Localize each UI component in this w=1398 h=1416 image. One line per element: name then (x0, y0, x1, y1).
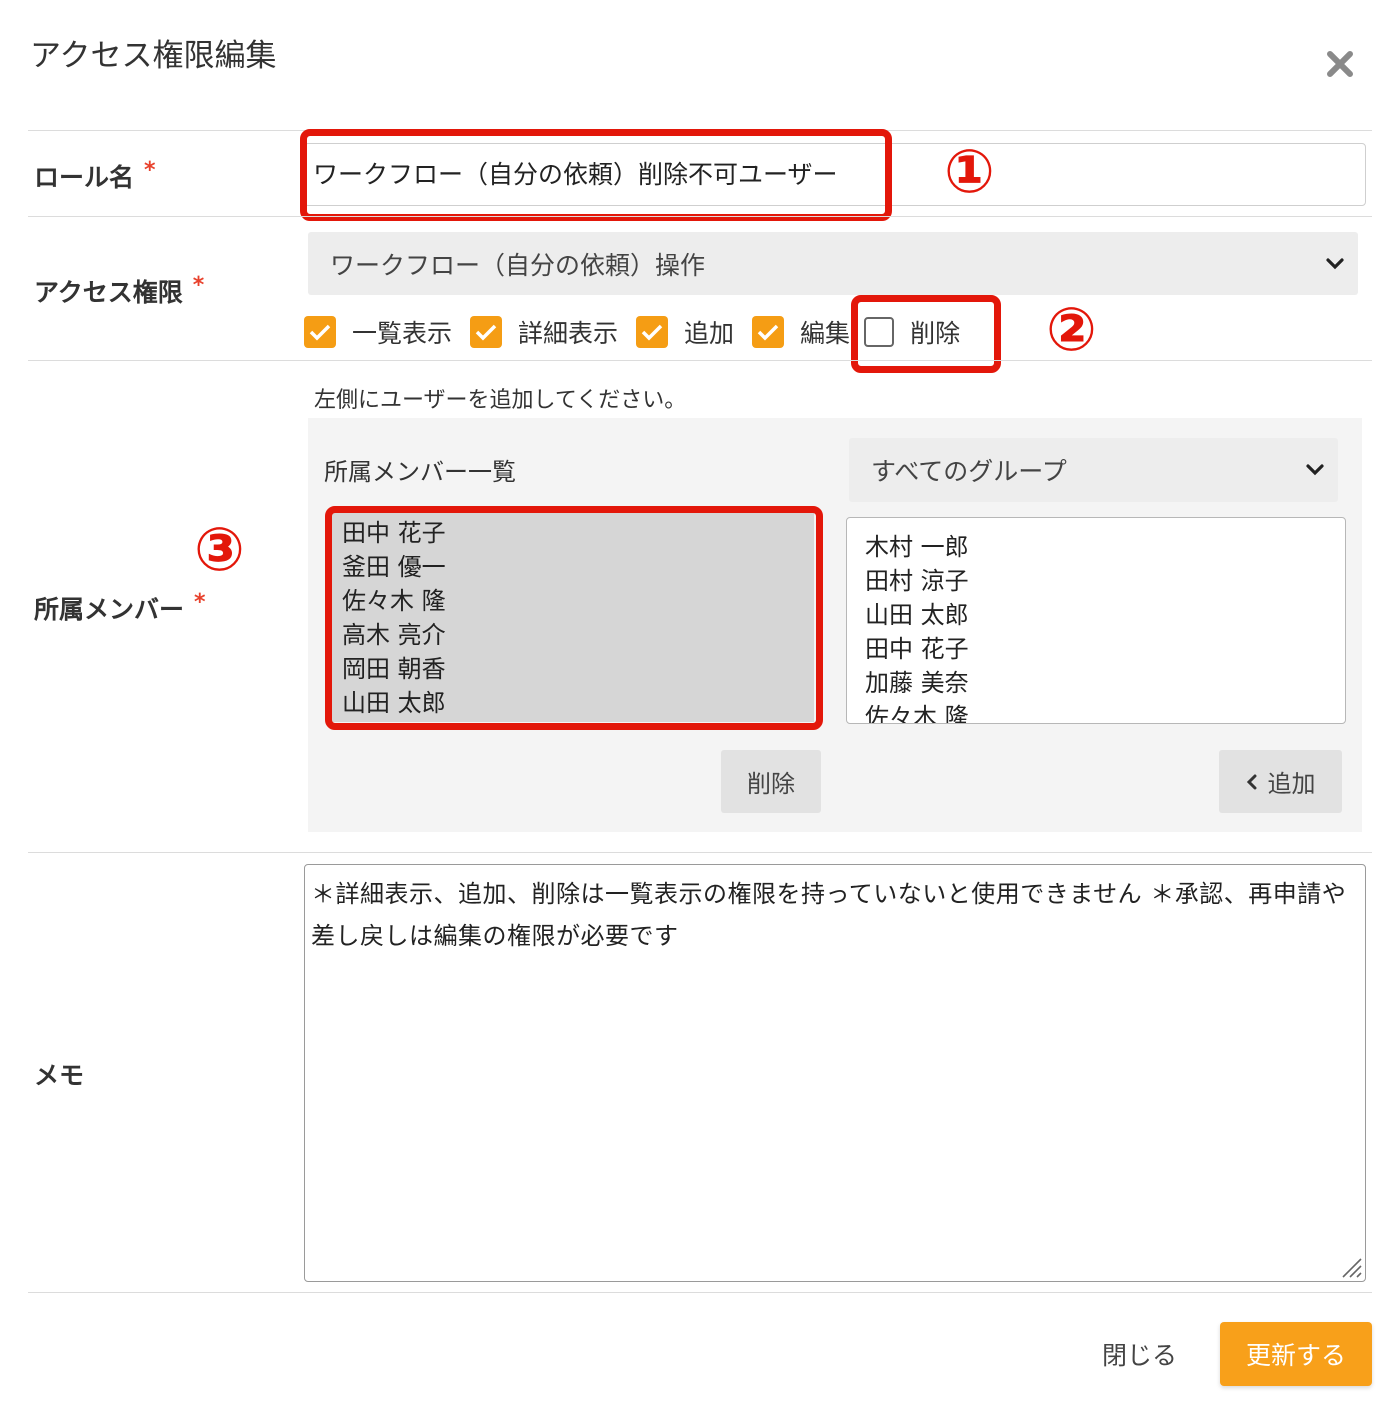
group-select-value: すべてのグループ (871, 457, 1067, 486)
resize-grip-icon[interactable] (1335, 1251, 1363, 1279)
checkbox-checked[interactable] (752, 316, 785, 348)
list-item[interactable]: 岡田 朝香 (342, 652, 814, 686)
required-mark: * (144, 158, 156, 183)
close-icon[interactable] (1326, 50, 1354, 78)
chevron-down-icon (1326, 257, 1344, 269)
chevron-down-icon (1306, 464, 1324, 476)
available-member-list[interactable]: 木村 一郎 田村 涼子 山田 太郎 田中 花子 加藤 美奈 佐々木 隆 (846, 517, 1346, 724)
list-item[interactable]: 田中 花子 (342, 516, 814, 550)
list-item[interactable]: 田中 花子 (865, 632, 1345, 666)
divider (28, 852, 1372, 853)
add-member-button[interactable]: 追加 (1219, 750, 1342, 813)
permission-label: 削除 (910, 319, 961, 348)
update-button[interactable]: 更新する (1220, 1322, 1372, 1386)
assigned-member-list[interactable]: 田中 花子 釜田 優一 佐々木 隆 高木 亮介 岡田 朝香 山田 太郎 (332, 512, 814, 722)
divider (28, 360, 1372, 361)
checkbox-checked[interactable] (636, 316, 669, 348)
checkmark-icon (757, 324, 779, 341)
role-name-input[interactable]: ワークフロー（自分の依頼）削除不可ユーザー (304, 143, 1366, 206)
checkmark-icon (641, 324, 663, 341)
permission-edit[interactable]: 編集 (752, 314, 850, 350)
remove-member-button[interactable]: 削除 (721, 750, 821, 813)
divider (28, 216, 1372, 217)
list-item[interactable]: 佐々木 隆 (865, 700, 1345, 723)
permission-label: 一覧表示 (352, 319, 453, 348)
list-item[interactable]: 山田 太郎 (342, 686, 814, 720)
member-hint: 左側にユーザーを追加してください。 (314, 388, 687, 413)
required-mark: * (194, 590, 206, 615)
divider (28, 1292, 1372, 1293)
checkbox-checked[interactable] (470, 316, 503, 348)
close-dialog-button[interactable]: 閉じる (1102, 1336, 1177, 1372)
member-list-title: 所属メンバー一覧 (324, 458, 516, 486)
chevron-left-icon (1246, 774, 1256, 789)
permission-label: 追加 (684, 319, 735, 348)
annotation-3: ③ (194, 515, 245, 585)
list-item[interactable]: 釜田 優一 (342, 550, 814, 584)
memo-textarea[interactable]: ＊詳細表示、追加、削除は一覧表示の権限を持っていないと使用できません ＊承認、再… (304, 864, 1366, 1282)
checkmark-icon (309, 324, 331, 341)
group-select[interactable]: すべてのグループ (849, 438, 1338, 502)
permission-checkboxes: 一覧表示 詳細表示 追加 編集 削除 (304, 312, 978, 352)
list-item[interactable]: 木村 一郎 (865, 530, 1345, 564)
access-select-value: ワークフロー（自分の依頼）操作 (330, 250, 706, 280)
list-item[interactable]: 山田 太郎 (865, 598, 1345, 632)
access-label: アクセス権限 * (34, 273, 205, 307)
access-select[interactable]: ワークフロー（自分の依頼）操作 (308, 232, 1358, 295)
close-button[interactable] (1320, 44, 1360, 84)
list-item[interactable]: 佐々木 隆 (342, 584, 814, 618)
memo-text: ＊詳細表示、追加、削除は一覧表示の権限を持っていないと使用できません ＊承認、再… (311, 880, 1347, 950)
members-label: 所属メンバー * (34, 590, 206, 624)
permission-add[interactable]: 追加 (636, 314, 734, 350)
permission-delete[interactable]: 削除 (864, 314, 960, 350)
list-item[interactable]: 田村 涼子 (865, 564, 1345, 598)
list-item[interactable]: 加藤 美奈 (865, 666, 1345, 700)
add-member-label: 追加 (1267, 770, 1316, 798)
checkmark-icon (475, 324, 497, 341)
permission-label: 編集 (800, 319, 851, 348)
dialog-title: アクセス権限編集 (30, 38, 277, 74)
list-item[interactable]: 高木 亮介 (342, 618, 814, 652)
checkbox-checked[interactable] (304, 316, 336, 348)
checkbox-unchecked[interactable] (864, 317, 895, 347)
permission-detail[interactable]: 詳細表示 (470, 314, 618, 350)
divider (28, 130, 1372, 131)
annotation-1: ① (944, 137, 995, 207)
role-name-label: ロール名 * (34, 158, 156, 192)
required-mark: * (192, 273, 205, 298)
annotation-2: ② (1046, 295, 1097, 365)
memo-label: メモ (34, 1061, 85, 1090)
permission-label: 詳細表示 (518, 319, 619, 348)
permission-list[interactable]: 一覧表示 (304, 314, 452, 350)
